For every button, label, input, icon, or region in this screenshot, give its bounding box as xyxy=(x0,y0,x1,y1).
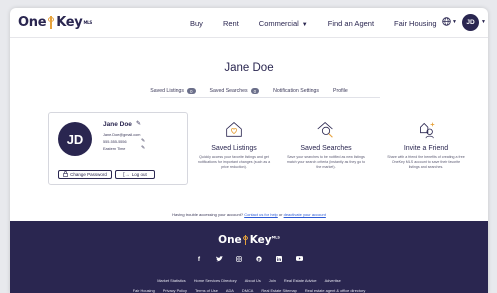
nav-buy[interactable]: Buy xyxy=(190,19,203,28)
lock-icon xyxy=(63,170,68,179)
feature-saved-searches: Saved Searches Save your searches to be … xyxy=(282,118,370,171)
footer-link[interactable]: Real Estate Advice xyxy=(284,278,317,283)
pinterest-icon[interactable]: p xyxy=(252,256,266,264)
footer-link[interactable]: Market Statistics xyxy=(157,278,186,283)
logo-prefix: One xyxy=(18,15,47,30)
profile-name: Jane Doe xyxy=(103,121,132,128)
profile-tabs: Saved Listings 0 Saved Searches 0 Notifi… xyxy=(10,88,488,98)
tabs-divider xyxy=(160,97,380,98)
footer-link[interactable]: About Us xyxy=(245,278,261,283)
invite-friend-icon xyxy=(420,122,435,139)
tab-saved-listings[interactable]: Saved Listings 0 xyxy=(150,88,196,94)
tab-label: Notification Settings xyxy=(273,88,319,94)
footer-logo[interactable]: One KeyMLS xyxy=(10,234,488,246)
footer-link[interactable]: Join xyxy=(269,278,276,283)
nav-fair-housing[interactable]: Fair Housing xyxy=(394,19,437,28)
help-or: or xyxy=(278,212,283,217)
feature-description: Share with a friend the benefits of crea… xyxy=(387,155,465,170)
chevron-down-icon[interactable]: ▼ xyxy=(452,19,457,25)
tab-profile[interactable]: Profile xyxy=(333,88,348,98)
linkedin-icon[interactable]: in xyxy=(272,256,286,264)
onekey-logo[interactable]: One Key MLS xyxy=(18,15,92,30)
avatar[interactable]: JD xyxy=(462,14,479,31)
svg-text:p: p xyxy=(258,257,261,262)
feature-description: Quickly access your favorite listings an… xyxy=(197,155,271,170)
nav-rent[interactable]: Rent xyxy=(223,19,239,28)
globe-icon[interactable] xyxy=(442,17,451,28)
nav-commercial-label: Commercial xyxy=(258,18,299,28)
footer-link[interactable]: Home Services Directory xyxy=(194,278,237,283)
svg-text:in: in xyxy=(277,257,281,262)
count-badge: 0 xyxy=(187,88,196,94)
feature-title: Saved Searches xyxy=(300,145,352,152)
feature-description: Save your searches to be notified as new… xyxy=(286,155,366,170)
key-logo-icon xyxy=(47,16,55,29)
profile-phone: 555-555-5556 xyxy=(103,140,127,144)
nav-find-agent[interactable]: Find an Agent xyxy=(328,19,374,28)
top-navigation: One Key MLS Buy Rent Commercial ▼ Find an… xyxy=(10,8,488,38)
house-search-icon xyxy=(317,122,333,138)
logo-mls-mark: MLS xyxy=(83,20,92,25)
avatar: JD xyxy=(58,122,92,156)
edit-name-icon[interactable]: ✎ xyxy=(136,120,141,127)
feature-invite-friend: Invite a Friend Share with a friend the … xyxy=(382,118,470,171)
count-badge: 0 xyxy=(250,88,260,94)
footer-logo-mls-mark: MLS xyxy=(271,235,280,240)
house-heart-icon xyxy=(226,122,242,137)
twitter-icon[interactable] xyxy=(212,256,226,264)
footer-link[interactable]: DMCA xyxy=(242,288,253,293)
browser-page: One Key MLS Buy Rent Commercial ▼ Find an… xyxy=(10,8,488,293)
main-nav: Buy Rent Commercial ▼ Find an Agent Fair … xyxy=(190,8,457,38)
logout-button[interactable]: [→ Log out xyxy=(115,170,155,179)
footer-link[interactable]: Real Estate Sitemap xyxy=(261,288,296,293)
footer-logo-prefix: One xyxy=(218,234,242,246)
profile-email: Jane.Doe@gmail.com xyxy=(103,133,141,137)
chevron-down-icon: ▼ xyxy=(301,21,308,28)
edit-timezone-icon[interactable]: ✎ xyxy=(141,145,145,151)
nav-commercial[interactable]: Commercial ▼ xyxy=(259,19,308,28)
footer-links-primary: Market Statistics Home Services Director… xyxy=(10,278,488,283)
change-password-button[interactable]: Change Password xyxy=(58,170,112,179)
feature-title: Invite a Friend xyxy=(403,145,449,152)
deactivate-account-link[interactable]: deactivate your account xyxy=(284,212,326,217)
feature-title: Saved Listings xyxy=(211,145,257,152)
profile-timezone: Eastern Time xyxy=(103,147,126,151)
footer-link[interactable]: Fair Housing xyxy=(133,288,155,293)
tab-label: Saved Searches xyxy=(209,88,248,94)
edit-phone-icon[interactable]: ✎ xyxy=(141,138,145,144)
instagram-icon[interactable] xyxy=(232,256,246,264)
logout-icon: [→ xyxy=(123,171,130,178)
profile-card: JD Jane Doe ✎ Jane.Doe@gmail.com 555-555… xyxy=(48,112,188,185)
feature-saved-listings: Saved Listings Quickly access your favor… xyxy=(190,118,278,171)
page-title: Jane Doe xyxy=(224,62,274,74)
footer-logo-suffix: Key xyxy=(249,234,272,246)
footer-link[interactable]: Advertise xyxy=(325,278,341,283)
youtube-icon[interactable] xyxy=(292,256,306,264)
footer-link[interactable]: Real estate agent & office directory xyxy=(305,288,365,293)
footer-link[interactable]: Terms of Use xyxy=(195,288,218,293)
chevron-down-icon[interactable]: ▼ xyxy=(481,19,486,25)
key-logo-icon xyxy=(242,235,249,245)
site-footer: One KeyMLS f p in Market Statistics Home … xyxy=(10,221,488,293)
footer-links-secondary: Fair Housing Privacy Policy Terms of Use… xyxy=(10,288,488,293)
tab-saved-searches[interactable]: Saved Searches 0 xyxy=(210,88,260,94)
tab-notification-settings[interactable]: Notification Settings xyxy=(273,88,319,94)
tab-label: Saved Listings xyxy=(150,88,185,94)
contact-help-link[interactable]: Contact us for help xyxy=(244,212,278,217)
help-prompt: Having trouble accessing your account? xyxy=(172,212,244,217)
logo-suffix: Key xyxy=(56,15,83,30)
footer-link[interactable]: ADA xyxy=(226,288,234,293)
social-links: f p in xyxy=(10,256,488,264)
account-help-text: Having trouble accessing your account? C… xyxy=(10,212,488,217)
logout-label: Log out xyxy=(131,172,147,177)
facebook-icon[interactable]: f xyxy=(192,256,206,264)
tab-label: Profile xyxy=(333,88,348,94)
footer-link[interactable]: Privacy Policy xyxy=(163,288,187,293)
change-password-label: Change Password xyxy=(70,172,107,177)
